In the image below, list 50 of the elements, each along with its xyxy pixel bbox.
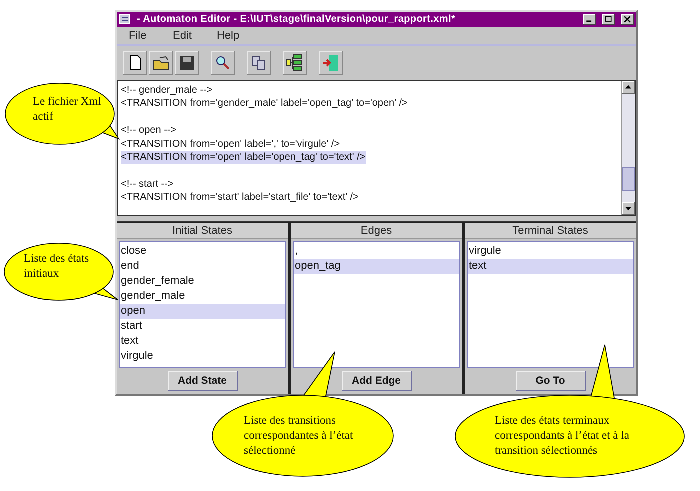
code-line: <!-- start --> bbox=[121, 178, 174, 192]
code-line: <!-- gender_male --> bbox=[121, 84, 213, 98]
list-item[interactable]: gender_male bbox=[120, 289, 285, 304]
list-item[interactable]: , bbox=[294, 244, 459, 259]
close-button[interactable] bbox=[621, 14, 634, 25]
toolbar-button[interactable] bbox=[175, 51, 199, 75]
toolbar-button[interactable] bbox=[123, 51, 147, 75]
list-item[interactable]: open_tag bbox=[294, 259, 459, 274]
panel-button[interactable]: Add State bbox=[168, 371, 238, 391]
minimize-button[interactable] bbox=[583, 14, 596, 25]
list-item[interactable]: gender_female bbox=[120, 274, 285, 289]
menu-item[interactable]: Help bbox=[211, 30, 255, 42]
save-icon bbox=[177, 53, 197, 73]
panel-header: Initial States bbox=[117, 223, 288, 239]
scroll-up-icon[interactable] bbox=[622, 81, 635, 94]
menu-item[interactable]: Edit bbox=[167, 30, 211, 42]
callout-text: Liste des états initiaux bbox=[24, 252, 90, 282]
toolbar-button[interactable] bbox=[283, 51, 307, 75]
list-item[interactable]: text bbox=[120, 334, 285, 349]
scroll-thumb[interactable] bbox=[622, 167, 635, 192]
list-item[interactable]: text bbox=[468, 259, 633, 274]
app-icon bbox=[119, 14, 131, 25]
callout-text: Le fichier Xml actif bbox=[33, 95, 102, 125]
toolbar-button[interactable] bbox=[211, 51, 235, 75]
code-line: <TRANSITION from='open' label=',' to='virgule' /> bbox=[121, 138, 340, 151]
callout-text: Liste des états terminaux correspondants à l’état et à la transition sélectionnés bbox=[495, 414, 630, 459]
toolbar-button[interactable] bbox=[149, 51, 173, 75]
list-item[interactable]: start bbox=[120, 319, 285, 334]
list-item[interactable]: virgule bbox=[468, 244, 633, 259]
list-item[interactable]: end bbox=[120, 259, 285, 274]
panel-button[interactable]: Go To bbox=[516, 371, 586, 391]
list-item[interactable]: virgule bbox=[120, 349, 285, 364]
scrollbar[interactable] bbox=[621, 81, 635, 215]
code-line: <!-- open --> bbox=[121, 124, 177, 138]
code-line: <TRANSITION from='start' label='start_file' to='text' /> bbox=[121, 191, 359, 205]
menu-item[interactable]: File bbox=[123, 30, 167, 42]
panel-header: Terminal States bbox=[465, 223, 636, 239]
list-item[interactable]: close bbox=[120, 244, 285, 259]
exit-door-icon bbox=[321, 53, 341, 73]
list-item[interactable]: open bbox=[120, 304, 285, 319]
panel-button[interactable]: Add Edge bbox=[342, 371, 412, 391]
xml-editor[interactable] bbox=[117, 80, 636, 216]
toolbar-button[interactable] bbox=[247, 51, 271, 75]
scroll-down-icon[interactable] bbox=[622, 202, 635, 215]
code-line: <TRANSITION from='gender_male' label='open_tag' to='open' /> bbox=[121, 97, 408, 111]
callout-text: Liste des transitions correspondantes à l’état sélectionné bbox=[244, 414, 354, 459]
window-title: - Automaton Editor - E:\IUT\stage\finalVersion\pour_rapport.xml* bbox=[137, 14, 457, 25]
panel-header: Edges bbox=[291, 223, 462, 239]
tree-icon bbox=[285, 53, 305, 73]
maximize-button[interactable] bbox=[602, 14, 615, 25]
